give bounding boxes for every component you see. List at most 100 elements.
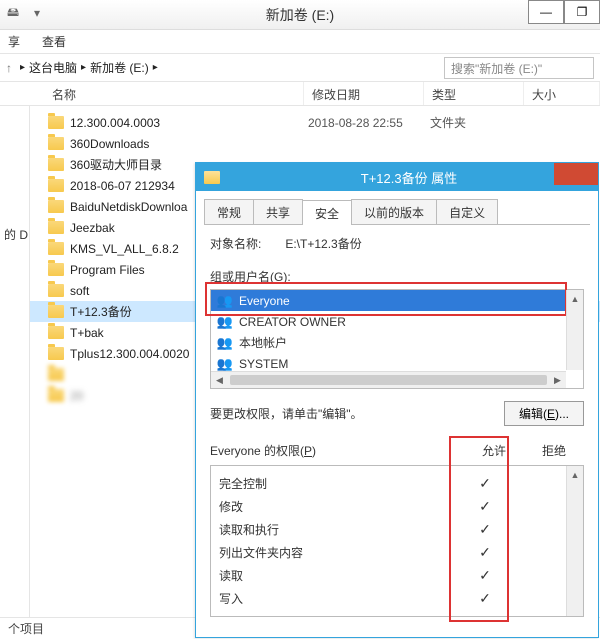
address-bar: ↑ ▸ 这台电脑 ▸ 新加卷 (E:) ▸ 搜索"新加卷 (E:)" [0, 54, 600, 82]
permission-row: 完全控制✓ [219, 472, 575, 495]
permissions-header: Everyone 的权限(P) 允许 拒绝 [210, 442, 584, 459]
folder-icon [204, 171, 220, 184]
crumb-drive[interactable]: 新加卷 (E:) [90, 59, 149, 76]
scroll-left-icon[interactable]: ◀ [211, 375, 228, 386]
allow-header: 允许 [464, 442, 524, 459]
scroll-up-icon[interactable]: ▲ [567, 290, 583, 307]
chevron-icon: ▸ [153, 62, 158, 73]
file-name: 360Downloads [70, 137, 149, 151]
scrollbar-vertical[interactable]: ▲ [566, 466, 583, 616]
deny-header: 拒绝 [524, 442, 584, 459]
folder-icon [48, 221, 64, 234]
file-name: soft [70, 284, 89, 298]
properties-dialog: T+12.3备份 属性 常规 共享 安全 以前的版本 自定义 对象名称: E:\… [195, 162, 599, 638]
permission-row: 列出文件夹内容✓ [219, 541, 575, 564]
file-name: T+bak [70, 326, 104, 340]
file-name: Tplus12.300.004.0020 [70, 347, 189, 361]
group-item[interactable]: 👥Everyone [211, 290, 583, 311]
search-input[interactable]: 搜索"新加卷 (E:)" [444, 57, 594, 79]
permission-name: 读取 [219, 567, 455, 584]
file-type: 文件夹 [430, 114, 466, 131]
permission-name: 完全控制 [219, 475, 455, 492]
file-row[interactable]: 12.300.004.00032018-08-28 22:55文件夹 [30, 112, 600, 133]
group-listbox[interactable]: 👥Everyone 👥 CREATOR OWNER 👥 本地帐户 👥 SYSTEM ▲ ◀ … [210, 289, 584, 389]
file-name: KMS_VL_ALL_6.8.2 [70, 242, 179, 256]
maximize-button[interactable]: ❐ [564, 0, 600, 24]
close-button[interactable] [554, 163, 598, 185]
chevron-icon: ▸ [20, 62, 25, 73]
col-name[interactable]: 名称 [44, 82, 304, 105]
scroll-up-icon[interactable]: ▲ [567, 466, 583, 483]
user-group-icon: 👥 [217, 335, 233, 351]
file-name: 12.300.004.0003 [70, 116, 160, 130]
permission-row: 读取✓ [219, 564, 575, 587]
edit-button[interactable]: 编辑(E)... [504, 401, 584, 426]
folder-icon [48, 242, 64, 255]
group-name: CREATOR OWNER [239, 315, 346, 329]
explorer-titlebar: 🖴 ▾ 新加卷 (E:) — ❐ [0, 0, 600, 30]
allow-cell: ✓ [455, 590, 515, 607]
ribbon-share[interactable]: 享 [8, 33, 20, 50]
group-label: 组或用户名(G): [210, 268, 584, 285]
group-item[interactable]: 👥 CREATOR OWNER [211, 311, 583, 332]
permission-row: 写入✓ [219, 587, 575, 610]
scroll-thumb[interactable] [230, 375, 547, 385]
dialog-title: T+12.3备份 属性 [228, 168, 590, 187]
permission-name: 读取和执行 [219, 521, 455, 538]
folder-icon [48, 389, 64, 402]
status-text: 个项目 [8, 620, 44, 637]
crumb-pc[interactable]: 这台电脑 [29, 59, 77, 76]
permission-name: 列出文件夹内容 [219, 544, 455, 561]
scrollbar-vertical[interactable]: ▲ [566, 290, 583, 370]
nav-up-icon[interactable]: ↑ [6, 61, 12, 75]
col-type[interactable]: 类型 [424, 82, 524, 105]
nav-item[interactable]: 的 D [4, 226, 29, 243]
dropdown-icon[interactable]: ▾ [28, 4, 46, 22]
breadcrumb[interactable]: ▸ 这台电脑 ▸ 新加卷 (E:) ▸ [20, 59, 436, 76]
window-title: 新加卷 (E:) [266, 5, 334, 25]
folder-icon [48, 137, 64, 150]
chevron-icon: ▸ [81, 62, 86, 73]
ribbon: 享 查看 [0, 30, 600, 54]
object-value: E:\T+12.3备份 [285, 235, 361, 252]
tab-custom[interactable]: 自定义 [436, 199, 498, 224]
tab-share[interactable]: 共享 [253, 199, 303, 224]
file-name: 360驱动大师目录 [70, 156, 162, 173]
file-name: 20 [70, 389, 83, 403]
allow-cell: ✓ [455, 498, 515, 515]
group-item[interactable]: 👥 本地帐户 [211, 332, 583, 353]
scroll-right-icon[interactable]: ▶ [549, 375, 566, 386]
tab-general[interactable]: 常规 [204, 199, 254, 224]
folder-icon [48, 368, 64, 381]
tab-previous[interactable]: 以前的版本 [351, 199, 437, 224]
file-name: Program Files [70, 263, 145, 277]
folder-icon [48, 200, 64, 213]
folder-icon [48, 284, 64, 297]
user-group-icon: 👥 [217, 356, 233, 372]
ribbon-view[interactable]: 查看 [42, 33, 66, 50]
permission-name: 修改 [219, 498, 455, 515]
nav-tree[interactable]: 的 D [0, 106, 30, 617]
folder-icon [48, 347, 64, 360]
col-size[interactable]: 大小 [524, 82, 600, 105]
user-group-icon: 👥 [217, 314, 233, 330]
group-name: SYSTEM [239, 357, 288, 371]
permission-row: 修改✓ [219, 495, 575, 518]
allow-cell: ✓ [455, 544, 515, 561]
tab-security[interactable]: 安全 [302, 200, 352, 225]
group-name: 本地帐户 [239, 334, 287, 351]
folder-icon [48, 326, 64, 339]
allow-cell: ✓ [455, 475, 515, 492]
permissions-listbox[interactable]: 完全控制✓修改✓读取和执行✓列出文件夹内容✓读取✓写入✓ ▲ [210, 465, 584, 617]
file-row[interactable]: 360Downloads [30, 133, 600, 154]
file-name: T+12.3备份 [70, 303, 132, 320]
dialog-titlebar[interactable]: T+12.3备份 属性 [196, 163, 598, 191]
object-label: 对象名称: [210, 235, 261, 252]
scrollbar-horizontal[interactable]: ◀ ▶ [211, 371, 566, 388]
col-date[interactable]: 修改日期 [304, 82, 424, 105]
file-name: 2018-06-07 212934 [70, 179, 175, 193]
permission-name: 写入 [219, 590, 455, 607]
folder-icon [48, 263, 64, 276]
column-headers: 名称 修改日期 类型 大小 [0, 82, 600, 106]
minimize-button[interactable]: — [528, 0, 564, 24]
